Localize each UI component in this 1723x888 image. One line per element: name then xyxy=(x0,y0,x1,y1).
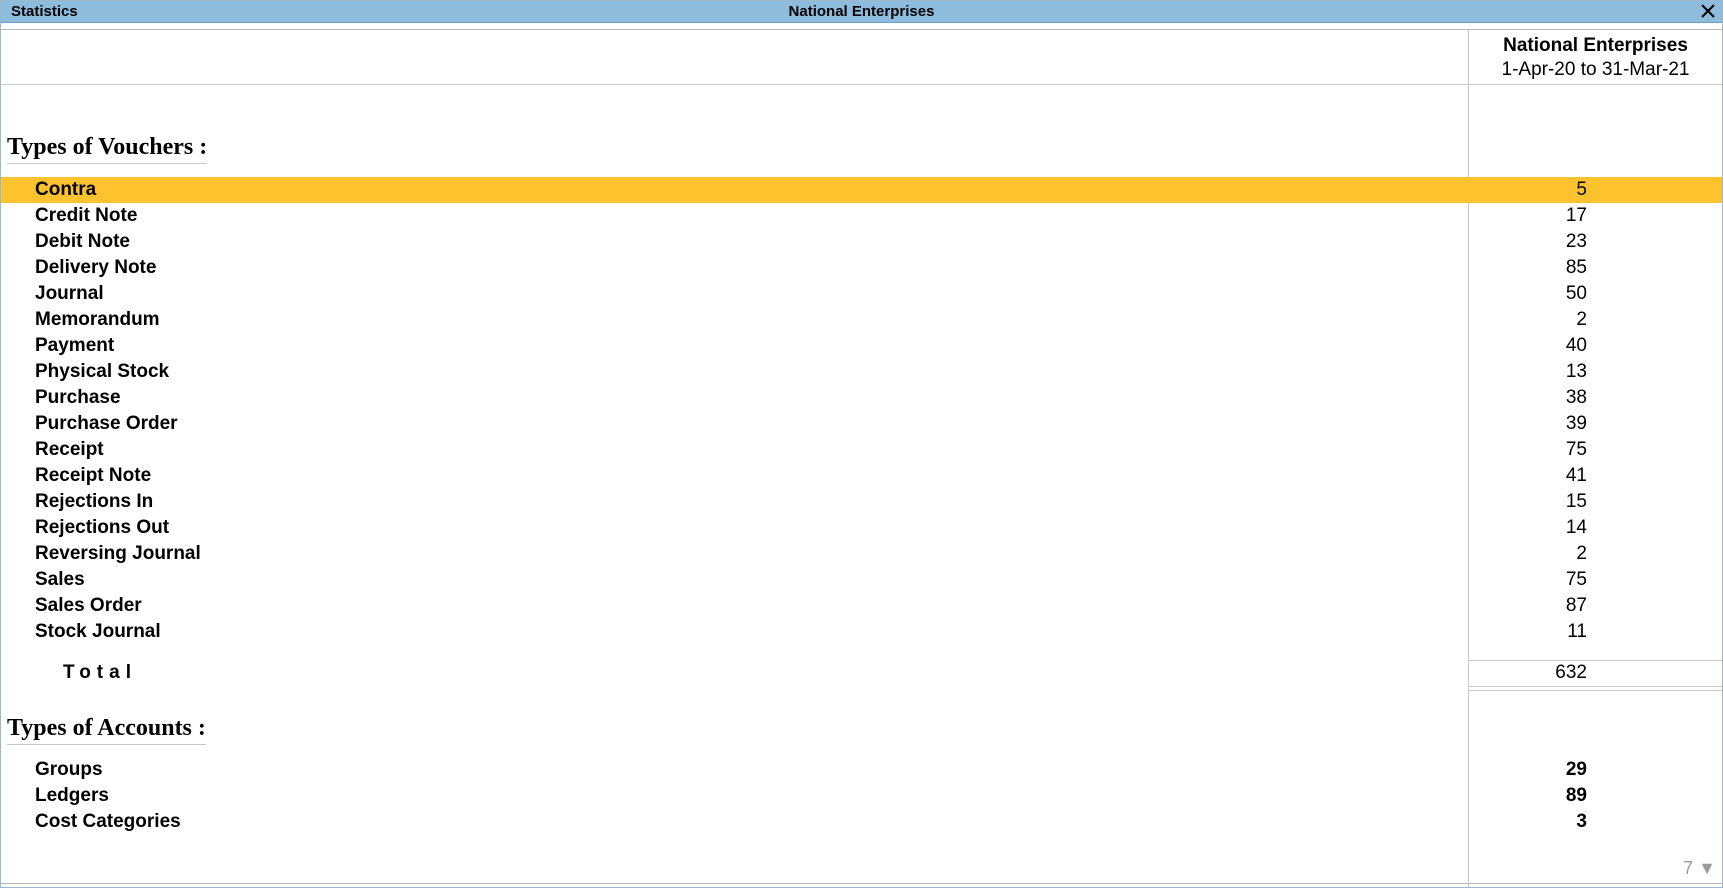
voucher-type-label: Debit Note xyxy=(35,231,130,252)
total-label: Total xyxy=(63,662,137,683)
voucher-type-label: Reversing Journal xyxy=(35,543,201,564)
voucher-row[interactable]: Debit Note 23 xyxy=(1,229,1722,255)
voucher-row[interactable]: Journal 50 xyxy=(1,281,1722,307)
voucher-count: 5 xyxy=(1576,179,1587,200)
voucher-row[interactable]: Sales Order 87 xyxy=(1,593,1722,619)
voucher-row[interactable]: Memorandum 2 xyxy=(1,307,1722,333)
account-type-label: Ledgers xyxy=(35,785,109,806)
vouchers-section-title: Types of Vouchers : xyxy=(7,133,208,164)
company-title: National Enterprises xyxy=(788,3,935,20)
voucher-count: 40 xyxy=(1565,335,1587,356)
voucher-row[interactable]: Receipt Note 41 xyxy=(1,463,1722,489)
voucher-type-label: Rejections In xyxy=(35,491,154,512)
voucher-count: 41 xyxy=(1565,465,1587,486)
voucher-type-label: Memorandum xyxy=(35,309,160,330)
voucher-count: 75 xyxy=(1565,569,1587,590)
voucher-row[interactable]: Purchase Order 39 xyxy=(1,411,1722,437)
voucher-count: 13 xyxy=(1565,361,1587,382)
close-icon[interactable] xyxy=(1698,1,1718,22)
voucher-count: 17 xyxy=(1565,205,1587,226)
voucher-row[interactable]: Physical Stock 13 xyxy=(1,359,1722,385)
voucher-type-label: Delivery Note xyxy=(35,257,157,278)
account-type-label: Groups xyxy=(35,759,103,780)
voucher-type-label: Purchase Order xyxy=(35,413,178,434)
voucher-type-label: Receipt Note xyxy=(35,465,152,486)
voucher-row[interactable]: Purchase 38 xyxy=(1,385,1722,411)
voucher-count: 85 xyxy=(1565,257,1587,278)
voucher-row[interactable]: Rejections Out 14 xyxy=(1,515,1722,541)
voucher-row[interactable]: Rejections In 15 xyxy=(1,489,1722,515)
voucher-count: 38 xyxy=(1565,387,1587,408)
voucher-row[interactable]: Reversing Journal 2 xyxy=(1,541,1722,567)
voucher-type-label: Stock Journal xyxy=(35,621,161,642)
voucher-row[interactable]: Contra 5 xyxy=(1,177,1722,203)
voucher-count: 2 xyxy=(1576,309,1587,330)
page-indicator[interactable]: 7 ▼ xyxy=(1683,858,1716,879)
voucher-row[interactable]: Stock Journal 11 xyxy=(1,619,1722,645)
voucher-type-label: Credit Note xyxy=(35,205,138,226)
account-count: 3 xyxy=(1576,811,1587,832)
divider xyxy=(1,29,1722,30)
voucher-row[interactable]: Sales 75 xyxy=(1,567,1722,593)
voucher-type-label: Physical Stock xyxy=(35,361,170,382)
voucher-count: 15 xyxy=(1565,491,1587,512)
account-type-label: Cost Categories xyxy=(35,811,181,832)
voucher-type-label: Sales xyxy=(35,569,85,590)
voucher-type-label: Journal xyxy=(35,283,104,304)
voucher-count: 14 xyxy=(1565,517,1587,538)
column-period: 1-Apr-20 to 31-Mar-21 xyxy=(1501,59,1690,80)
voucher-type-label: Rejections Out xyxy=(35,517,170,538)
voucher-type-label: Sales Order xyxy=(35,595,142,616)
voucher-count: 23 xyxy=(1565,231,1587,252)
voucher-type-label: Contra xyxy=(35,179,97,200)
voucher-count: 50 xyxy=(1565,283,1587,304)
voucher-count: 75 xyxy=(1565,439,1587,460)
total-bottom-rule xyxy=(1468,686,1722,691)
account-row[interactable]: Groups 29 xyxy=(1,757,1722,783)
total-value: 632 xyxy=(1555,662,1587,683)
voucher-row[interactable]: Delivery Note 85 xyxy=(1,255,1722,281)
voucher-count: 87 xyxy=(1565,595,1587,616)
voucher-count: 11 xyxy=(1567,621,1587,642)
account-count: 89 xyxy=(1565,785,1587,806)
voucher-row[interactable]: Receipt 75 xyxy=(1,437,1722,463)
voucher-count: 39 xyxy=(1565,413,1587,434)
account-row[interactable]: Ledgers 89 xyxy=(1,783,1722,809)
voucher-type-label: Purchase xyxy=(35,387,121,408)
column-header: National Enterprises 1-Apr-20 to 31-Mar-… xyxy=(1469,31,1722,82)
voucher-row[interactable]: Payment 40 xyxy=(1,333,1722,359)
title-bar: Statistics National Enterprises xyxy=(1,1,1722,23)
voucher-row[interactable]: Credit Note 17 xyxy=(1,203,1722,229)
divider xyxy=(1,883,1722,884)
voucher-type-label: Payment xyxy=(35,335,115,356)
total-row: Total 632 xyxy=(1,660,1722,686)
account-row[interactable]: Cost Categories 3 xyxy=(1,809,1722,835)
voucher-count: 2 xyxy=(1576,543,1587,564)
accounts-section-title: Types of Accounts : xyxy=(7,714,206,745)
statistics-window: Statistics National Enterprises National… xyxy=(0,0,1723,888)
column-company: National Enterprises xyxy=(1503,35,1688,56)
divider xyxy=(1,84,1722,85)
voucher-type-label: Receipt xyxy=(35,439,104,460)
account-count: 29 xyxy=(1565,759,1587,780)
